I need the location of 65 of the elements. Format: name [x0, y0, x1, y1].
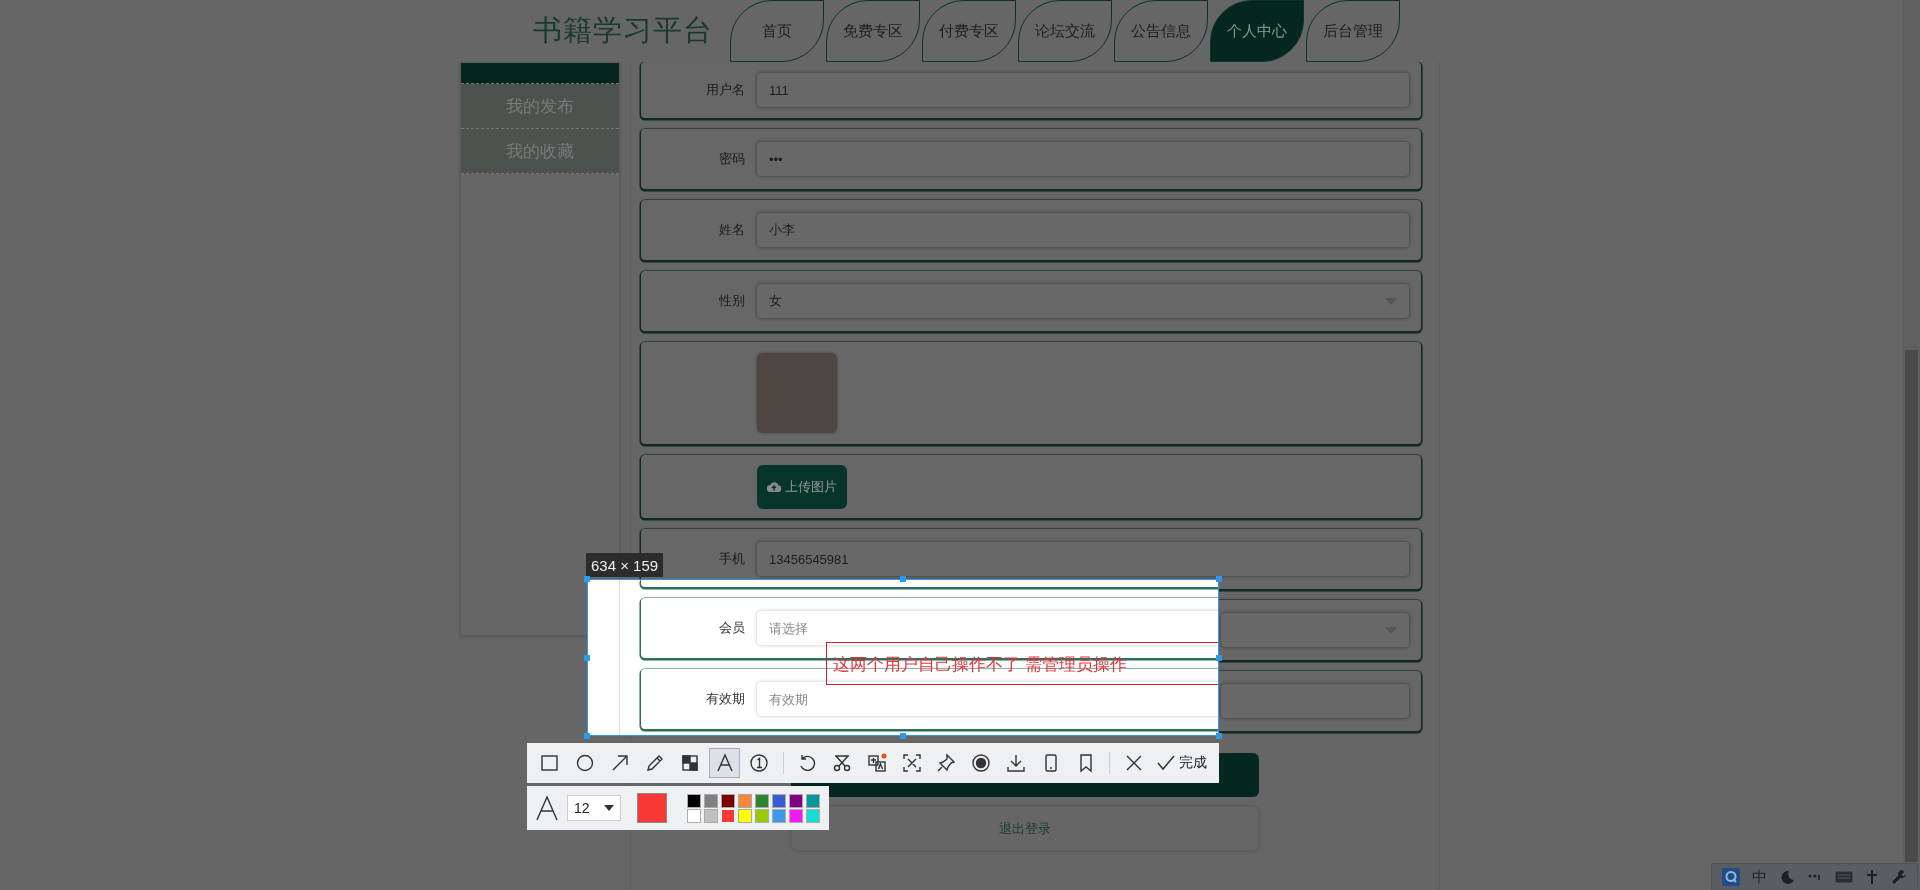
field-label: 姓名 — [718, 221, 745, 239]
resize-handle[interactable] — [584, 576, 590, 582]
scrollbar[interactable] — [1903, 0, 1920, 890]
cloud-upload-icon — [767, 481, 781, 492]
resize-handle[interactable] — [1216, 654, 1222, 661]
resize-handle[interactable] — [1216, 733, 1222, 739]
record-icon — [970, 752, 993, 774]
color-swatch[interactable] — [806, 793, 820, 808]
input-field[interactable]: 小李 — [757, 213, 1409, 247]
done-button[interactable]: 完成 — [1153, 754, 1211, 772]
input-field[interactable]: 13456545981 — [757, 542, 1409, 576]
nav-tab[interactable]: 个人中心 — [1210, 0, 1304, 62]
capture-selection[interactable]: 会员 请选择 有效期 有效期 这两个用户自己操作不了 需管理员操作 — [587, 579, 1219, 736]
input-method-indicator[interactable]: 中 — [1752, 867, 1767, 887]
field-label: 用户名 — [705, 81, 745, 99]
text-tool-button[interactable] — [709, 748, 740, 778]
number-icon — [748, 752, 771, 774]
field-label: 有效期 — [705, 690, 745, 708]
field-label: 性别 — [718, 292, 745, 310]
color-swatch[interactable] — [687, 793, 701, 808]
color-swatch[interactable] — [755, 808, 769, 823]
cut-icon — [831, 752, 853, 774]
input-field[interactable]: ••• — [757, 142, 1409, 176]
check-icon — [1157, 755, 1175, 771]
field-label: 密码 — [718, 150, 745, 168]
color-swatch[interactable] — [789, 808, 803, 823]
moon-icon[interactable] — [1779, 869, 1795, 885]
text-annotation[interactable]: 这两个用户自己操作不了 需管理员操作 — [826, 642, 1218, 685]
field-label: 会员 — [718, 619, 745, 637]
color-swatch[interactable] — [704, 793, 718, 808]
input-field[interactable]: 女 — [757, 284, 1409, 318]
color-swatch[interactable] — [738, 793, 752, 808]
color-swatch[interactable] — [806, 808, 820, 823]
app-icon[interactable] — [1722, 868, 1740, 886]
color-swatch[interactable] — [687, 808, 701, 823]
wrench-icon[interactable] — [1891, 869, 1907, 885]
input-field[interactable]: 111 — [757, 73, 1409, 107]
ocr-icon — [900, 752, 923, 774]
color-swatch[interactable] — [755, 793, 769, 808]
font-icon — [535, 795, 559, 821]
resize-handle[interactable] — [900, 733, 906, 739]
sidebar-item[interactable] — [461, 63, 619, 84]
resize-handle[interactable] — [584, 733, 590, 739]
color-swatch[interactable] — [772, 808, 786, 823]
resize-handle[interactable] — [900, 576, 906, 582]
resize-handle[interactable] — [1216, 576, 1222, 582]
translate-icon — [865, 752, 888, 774]
input-field[interactable]: 有效期 — [757, 682, 1218, 716]
current-color-swatch[interactable] — [637, 793, 667, 823]
resize-handle[interactable] — [584, 654, 590, 661]
font-size-dropdown[interactable]: 12 — [567, 795, 621, 821]
color-swatch[interactable] — [704, 808, 718, 823]
selection-size-label: 634 × 159 — [586, 553, 664, 577]
download-icon — [1005, 752, 1028, 774]
caret-icon — [604, 805, 614, 811]
site-title: 书籍学习平台 — [533, 13, 713, 48]
input-field[interactable]: 请选择 — [757, 611, 1218, 645]
logout-button[interactable]: 退出登录 — [791, 806, 1259, 851]
dots-icon[interactable] — [1807, 872, 1823, 882]
color-swatch[interactable] — [738, 808, 752, 823]
color-swatch[interactable] — [772, 793, 786, 808]
color-swatch[interactable] — [789, 793, 803, 808]
pin-icon — [935, 752, 958, 774]
color-swatch[interactable] — [721, 793, 735, 808]
upload-button[interactable]: 上传图片 — [757, 464, 847, 509]
